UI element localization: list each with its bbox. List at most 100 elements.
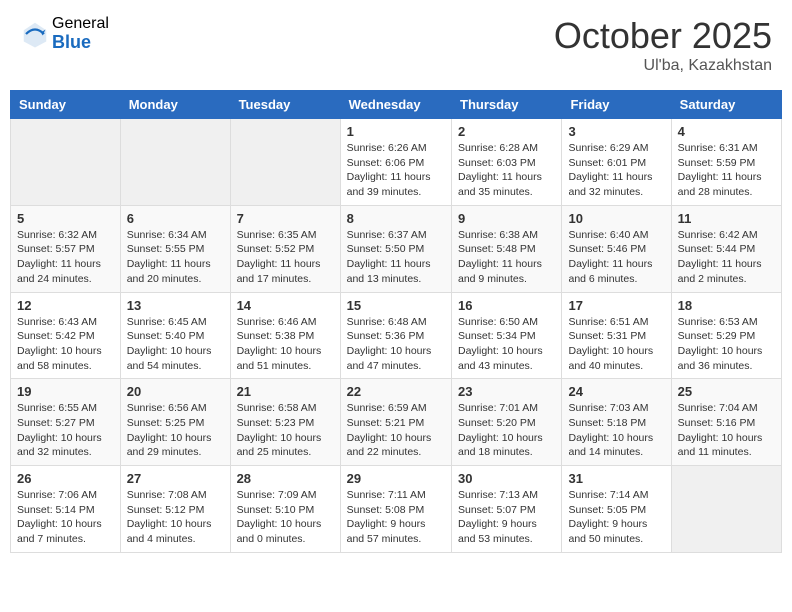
calendar-cell: 15Sunrise: 6:48 AM Sunset: 5:36 PM Dayli… xyxy=(340,292,451,379)
day-number: 14 xyxy=(237,298,334,313)
calendar-header-row: SundayMondayTuesdayWednesdayThursdayFrid… xyxy=(11,91,782,119)
day-header-saturday: Saturday xyxy=(671,91,781,119)
day-info: Sunrise: 7:06 AM Sunset: 5:14 PM Dayligh… xyxy=(17,488,114,547)
logo-blue: Blue xyxy=(52,33,109,53)
calendar-cell: 31Sunrise: 7:14 AM Sunset: 5:05 PM Dayli… xyxy=(562,466,671,553)
month-title: October 2025 xyxy=(554,15,772,57)
day-info: Sunrise: 6:53 AM Sunset: 5:29 PM Dayligh… xyxy=(678,315,775,374)
day-info: Sunrise: 6:50 AM Sunset: 5:34 PM Dayligh… xyxy=(458,315,555,374)
day-info: Sunrise: 6:37 AM Sunset: 5:50 PM Dayligh… xyxy=(347,228,445,287)
calendar-cell: 1 Sunrise: 6:26 AM Sunset: 6:06 PM Daylig… xyxy=(340,119,451,206)
calendar-week-3: 12 Sunrise: 6:43 AM Sunset: 5:42 PM Dayli… xyxy=(11,292,782,379)
day-info: Sunrise: 7:09 AM Sunset: 5:10 PM Dayligh… xyxy=(237,488,334,547)
day-number: 22 xyxy=(347,384,445,399)
page-header: General Blue October 2025 Ul'ba, Kazakhs… xyxy=(10,10,782,80)
calendar-cell: 27 Sunrise: 7:08 AM Sunset: 5:12 PM Dayli… xyxy=(120,466,230,553)
calendar-cell: 14 Sunrise: 6:46 AM Sunset: 5:38 PM Dayli… xyxy=(230,292,340,379)
day-number: 25 xyxy=(678,384,775,399)
calendar-cell: 6 Sunrise: 6:34 AM Sunset: 5:55 PM Daylig… xyxy=(120,205,230,292)
day-header-sunday: Sunday xyxy=(11,91,121,119)
calendar-cell: 4 Sunrise: 6:31 AM Sunset: 5:59 PM Daylig… xyxy=(671,119,781,206)
day-info: Sunrise: 6:43 AM Sunset: 5:42 PM Dayligh… xyxy=(17,315,114,374)
calendar-week-1: 1 Sunrise: 6:26 AM Sunset: 6:06 PM Daylig… xyxy=(11,119,782,206)
day-number: 23 xyxy=(458,384,555,399)
day-header-monday: Monday xyxy=(120,91,230,119)
location: Ul'ba, Kazakhstan xyxy=(554,57,772,75)
day-number: 26 xyxy=(17,471,114,486)
day-info: Sunrise: 6:48 AM Sunset: 5:36 PM Dayligh… xyxy=(347,315,445,374)
calendar-cell: 16 Sunrise: 6:50 AM Sunset: 5:34 PM Dayli… xyxy=(452,292,562,379)
day-number: 31 xyxy=(568,471,664,486)
day-number: 18 xyxy=(678,298,775,313)
day-info: Sunrise: 6:40 AM Sunset: 5:46 PM Dayligh… xyxy=(568,228,664,287)
day-info: Sunrise: 6:38 AM Sunset: 5:48 PM Dayligh… xyxy=(458,228,555,287)
day-info: Sunrise: 6:46 AM Sunset: 5:38 PM Dayligh… xyxy=(237,315,334,374)
day-info: Sunrise: 6:58 AM Sunset: 5:23 PM Dayligh… xyxy=(237,401,334,460)
calendar-cell xyxy=(671,466,781,553)
calendar-cell: 9Sunrise: 6:38 AM Sunset: 5:48 PM Daylig… xyxy=(452,205,562,292)
day-number: 5 xyxy=(17,211,114,226)
calendar-cell: 21 Sunrise: 6:58 AM Sunset: 5:23 PM Dayli… xyxy=(230,379,340,466)
day-info: Sunrise: 7:13 AM Sunset: 5:07 PM Dayligh… xyxy=(458,488,555,547)
day-info: Sunrise: 6:29 AM Sunset: 6:01 PM Dayligh… xyxy=(568,141,664,200)
day-info: Sunrise: 6:26 AM Sunset: 6:06 PM Dayligh… xyxy=(347,141,445,200)
day-info: Sunrise: 6:45 AM Sunset: 5:40 PM Dayligh… xyxy=(127,315,224,374)
day-info: Sunrise: 6:51 AM Sunset: 5:31 PM Dayligh… xyxy=(568,315,664,374)
calendar-cell: 10 Sunrise: 6:40 AM Sunset: 5:46 PM Dayli… xyxy=(562,205,671,292)
day-header-tuesday: Tuesday xyxy=(230,91,340,119)
day-info: Sunrise: 6:42 AM Sunset: 5:44 PM Dayligh… xyxy=(678,228,775,287)
day-info: Sunrise: 7:11 AM Sunset: 5:08 PM Dayligh… xyxy=(347,488,445,547)
day-number: 27 xyxy=(127,471,224,486)
calendar-cell: 28 Sunrise: 7:09 AM Sunset: 5:10 PM Dayli… xyxy=(230,466,340,553)
day-info: Sunrise: 7:03 AM Sunset: 5:18 PM Dayligh… xyxy=(568,401,664,460)
calendar-cell xyxy=(120,119,230,206)
day-header-thursday: Thursday xyxy=(452,91,562,119)
day-number: 1 xyxy=(347,124,445,139)
day-number: 3 xyxy=(568,124,664,139)
calendar-table: SundayMondayTuesdayWednesdayThursdayFrid… xyxy=(10,90,782,553)
calendar-cell: 19 Sunrise: 6:55 AM Sunset: 5:27 PM Dayli… xyxy=(11,379,121,466)
day-number: 4 xyxy=(678,124,775,139)
calendar-cell: 18 Sunrise: 6:53 AM Sunset: 5:29 PM Dayli… xyxy=(671,292,781,379)
calendar-cell: 23Sunrise: 7:01 AM Sunset: 5:20 PM Dayli… xyxy=(452,379,562,466)
calendar-cell xyxy=(11,119,121,206)
day-number: 24 xyxy=(568,384,664,399)
day-number: 19 xyxy=(17,384,114,399)
day-info: Sunrise: 6:31 AM Sunset: 5:59 PM Dayligh… xyxy=(678,141,775,200)
calendar-cell: 5 Sunrise: 6:32 AM Sunset: 5:57 PM Daylig… xyxy=(11,205,121,292)
calendar-week-5: 26 Sunrise: 7:06 AM Sunset: 5:14 PM Dayli… xyxy=(11,466,782,553)
day-number: 11 xyxy=(678,211,775,226)
day-number: 7 xyxy=(237,211,334,226)
calendar-week-2: 5 Sunrise: 6:32 AM Sunset: 5:57 PM Daylig… xyxy=(11,205,782,292)
day-info: Sunrise: 6:59 AM Sunset: 5:21 PM Dayligh… xyxy=(347,401,445,460)
day-number: 28 xyxy=(237,471,334,486)
day-number: 12 xyxy=(17,298,114,313)
day-number: 29 xyxy=(347,471,445,486)
day-info: Sunrise: 6:32 AM Sunset: 5:57 PM Dayligh… xyxy=(17,228,114,287)
calendar-cell: 30 Sunrise: 7:13 AM Sunset: 5:07 PM Dayli… xyxy=(452,466,562,553)
day-info: Sunrise: 7:08 AM Sunset: 5:12 PM Dayligh… xyxy=(127,488,224,547)
day-number: 2 xyxy=(458,124,555,139)
calendar-week-4: 19 Sunrise: 6:55 AM Sunset: 5:27 PM Dayli… xyxy=(11,379,782,466)
day-number: 16 xyxy=(458,298,555,313)
day-info: Sunrise: 6:34 AM Sunset: 5:55 PM Dayligh… xyxy=(127,228,224,287)
day-number: 6 xyxy=(127,211,224,226)
day-info: Sunrise: 6:55 AM Sunset: 5:27 PM Dayligh… xyxy=(17,401,114,460)
calendar-cell: 7 Sunrise: 6:35 AM Sunset: 5:52 PM Daylig… xyxy=(230,205,340,292)
day-number: 13 xyxy=(127,298,224,313)
calendar-cell: 20Sunrise: 6:56 AM Sunset: 5:25 PM Dayli… xyxy=(120,379,230,466)
day-number: 30 xyxy=(458,471,555,486)
calendar-cell: 8 Sunrise: 6:37 AM Sunset: 5:50 PM Daylig… xyxy=(340,205,451,292)
day-number: 10 xyxy=(568,211,664,226)
logo: General Blue xyxy=(20,15,109,52)
calendar-cell: 29 Sunrise: 7:11 AM Sunset: 5:08 PM Dayli… xyxy=(340,466,451,553)
title-section: October 2025 Ul'ba, Kazakhstan xyxy=(554,15,772,75)
day-number: 21 xyxy=(237,384,334,399)
calendar-cell: 22 Sunrise: 6:59 AM Sunset: 5:21 PM Dayli… xyxy=(340,379,451,466)
day-info: Sunrise: 6:35 AM Sunset: 5:52 PM Dayligh… xyxy=(237,228,334,287)
day-info: Sunrise: 7:04 AM Sunset: 5:16 PM Dayligh… xyxy=(678,401,775,460)
logo-text: General Blue xyxy=(52,15,109,52)
day-number: 17 xyxy=(568,298,664,313)
day-header-friday: Friday xyxy=(562,91,671,119)
day-number: 8 xyxy=(347,211,445,226)
